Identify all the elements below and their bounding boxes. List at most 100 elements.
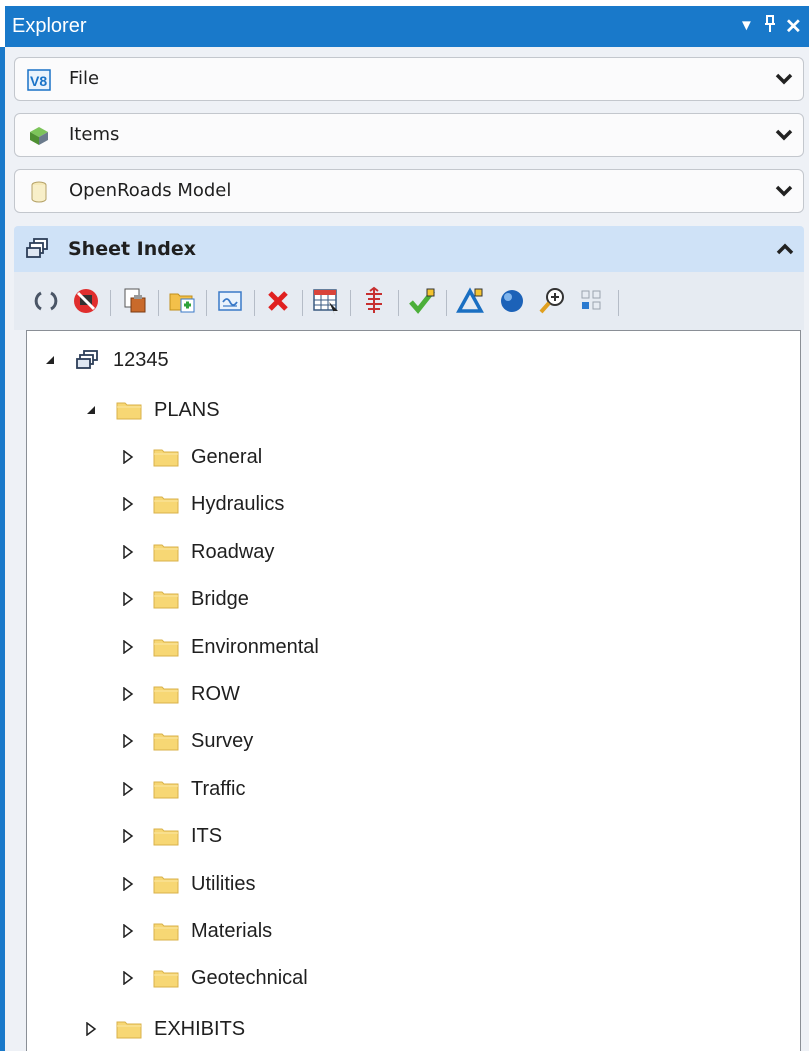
tree-node-folder[interactable]: Hydraulics	[121, 487, 284, 521]
tree-node-label: ROW	[191, 682, 240, 705]
sort-icon[interactable]	[358, 284, 390, 318]
delete-icon[interactable]	[262, 284, 294, 318]
folder-icon	[153, 496, 179, 514]
collapsed-arrow-icon[interactable]	[121, 924, 135, 938]
tree-node-folder[interactable]: Geotechnical	[121, 961, 308, 995]
tree-node-folder[interactable]: ITS	[121, 819, 222, 853]
tree-node-label: Materials	[191, 919, 273, 942]
delta-icon[interactable]	[454, 284, 486, 318]
tree-node-label: Traffic	[191, 777, 246, 800]
tree-node-label: Utilities	[191, 872, 256, 895]
items-icon	[30, 127, 48, 145]
tree-node-folder[interactable]: Traffic	[121, 772, 245, 806]
tree-node-label: 12345	[113, 348, 169, 371]
collapsed-arrow-icon[interactable]	[121, 877, 135, 891]
toolbar-separator	[618, 290, 619, 316]
toolbar-separator	[158, 290, 159, 316]
collapsed-arrow-icon[interactable]	[84, 1022, 98, 1036]
collapsed-arrow-icon[interactable]	[121, 592, 135, 606]
collapsed-arrow-icon[interactable]	[121, 545, 135, 559]
explorer-titlebar: Explorer ▼ ✕	[0, 0, 809, 47]
section-sheet-index[interactable]: Sheet Index	[14, 226, 804, 272]
toolbar-separator	[254, 290, 255, 316]
collapsed-arrow-icon[interactable]	[121, 829, 135, 843]
panel-left-border	[0, 47, 5, 1051]
tree-node-folder[interactable]: Utilities	[121, 867, 255, 901]
sheet-properties-icon[interactable]	[118, 284, 150, 318]
toolbar-separator	[110, 290, 111, 316]
tree-node-label: Bridge	[191, 587, 249, 610]
chevron-down-icon[interactable]	[775, 184, 793, 198]
tree-node-label: EXHIBITS	[154, 1017, 246, 1040]
titlebar-background: Explorer ▼ ✕	[5, 6, 809, 47]
globe-icon[interactable]	[496, 284, 528, 318]
dropdown-arrow-icon[interactable]: ▼	[739, 17, 754, 34]
collapsed-arrow-icon[interactable]	[121, 782, 135, 796]
chevron-down-icon[interactable]	[775, 128, 793, 142]
folder-icon	[153, 876, 179, 894]
toolbar-separator	[302, 290, 303, 316]
tree-node-folder[interactable]: Survey	[121, 724, 253, 758]
model-icon	[31, 181, 47, 203]
tree-node-exhibits[interactable]: EXHIBITS	[84, 1012, 245, 1046]
table-icon[interactable]	[310, 284, 342, 318]
tree-node-label: General	[191, 445, 263, 468]
grid-icon[interactable]	[576, 284, 608, 318]
toolbar-separator	[446, 290, 447, 316]
tree-node-label: PLANS	[154, 398, 220, 421]
expanded-arrow-icon[interactable]	[84, 403, 98, 417]
folder-icon	[116, 1021, 142, 1039]
add-sheet-icon[interactable]	[214, 284, 246, 318]
folder-icon	[153, 733, 179, 751]
window-title: Explorer	[12, 15, 87, 37]
check-icon[interactable]	[406, 284, 438, 318]
tree-node-folder[interactable]: Roadway	[121, 535, 274, 569]
folder-icon	[153, 591, 179, 609]
folder-icon	[116, 402, 142, 420]
folder-icon	[153, 923, 179, 941]
sheet-index-toolbar	[14, 272, 804, 330]
close-icon[interactable]: ✕	[785, 14, 802, 39]
toolbar-separator	[206, 290, 207, 316]
toolbar-separator	[350, 290, 351, 316]
tree-node-label: Survey	[191, 729, 254, 752]
pin-icon[interactable]	[763, 14, 777, 40]
tree-node-folder[interactable]: Materials	[121, 914, 272, 948]
section-file[interactable]: V8 File	[14, 57, 804, 101]
section-label-sheet-index: Sheet Index	[68, 238, 197, 260]
tree-node-plans[interactable]: PLANS	[84, 393, 220, 427]
sheet-index-icon	[26, 238, 48, 258]
zoom-icon[interactable]	[536, 284, 568, 318]
folder-icon	[153, 544, 179, 562]
collapsed-arrow-icon[interactable]	[121, 687, 135, 701]
toolbar-separator	[398, 290, 399, 316]
collapsed-arrow-icon[interactable]	[121, 971, 135, 985]
collapsed-arrow-icon[interactable]	[121, 497, 135, 511]
svg-text:V8: V8	[30, 73, 47, 89]
tree-node-folder[interactable]: Environmental	[121, 630, 319, 664]
tree-node-folder[interactable]: General	[121, 440, 262, 474]
section-items[interactable]: Items	[14, 113, 804, 157]
tree-node-label: ITS	[191, 824, 223, 847]
add-folder-icon[interactable]	[166, 284, 198, 318]
tree-node-label: Geotechnical	[191, 966, 308, 989]
collapsed-arrow-icon[interactable]	[121, 734, 135, 748]
tree-node-label: Roadway	[191, 540, 275, 563]
collapsed-arrow-icon[interactable]	[121, 640, 135, 654]
stop-icon[interactable]	[70, 284, 102, 318]
tree-node-folder[interactable]: Bridge	[121, 582, 249, 616]
chevron-up-icon[interactable]	[776, 242, 794, 256]
collapsed-arrow-icon[interactable]	[121, 450, 135, 464]
chevron-down-icon[interactable]	[775, 72, 793, 86]
sheet-index-tree: 12345 PLANS General Hydraulics Roadway Brid…	[26, 330, 801, 1051]
expanded-arrow-icon[interactable]	[43, 353, 57, 367]
tree-node-folder[interactable]: ROW	[121, 677, 240, 711]
tree-node-root[interactable]: 12345	[43, 343, 169, 377]
tree-node-label: Environmental	[191, 635, 319, 658]
section-openroads-model[interactable]: OpenRoads Model	[14, 169, 804, 213]
folder-icon	[153, 639, 179, 657]
refresh-icon[interactable]	[30, 284, 62, 318]
folder-icon	[153, 828, 179, 846]
folder-icon	[153, 449, 179, 467]
v8-file-icon: V8	[27, 69, 51, 91]
